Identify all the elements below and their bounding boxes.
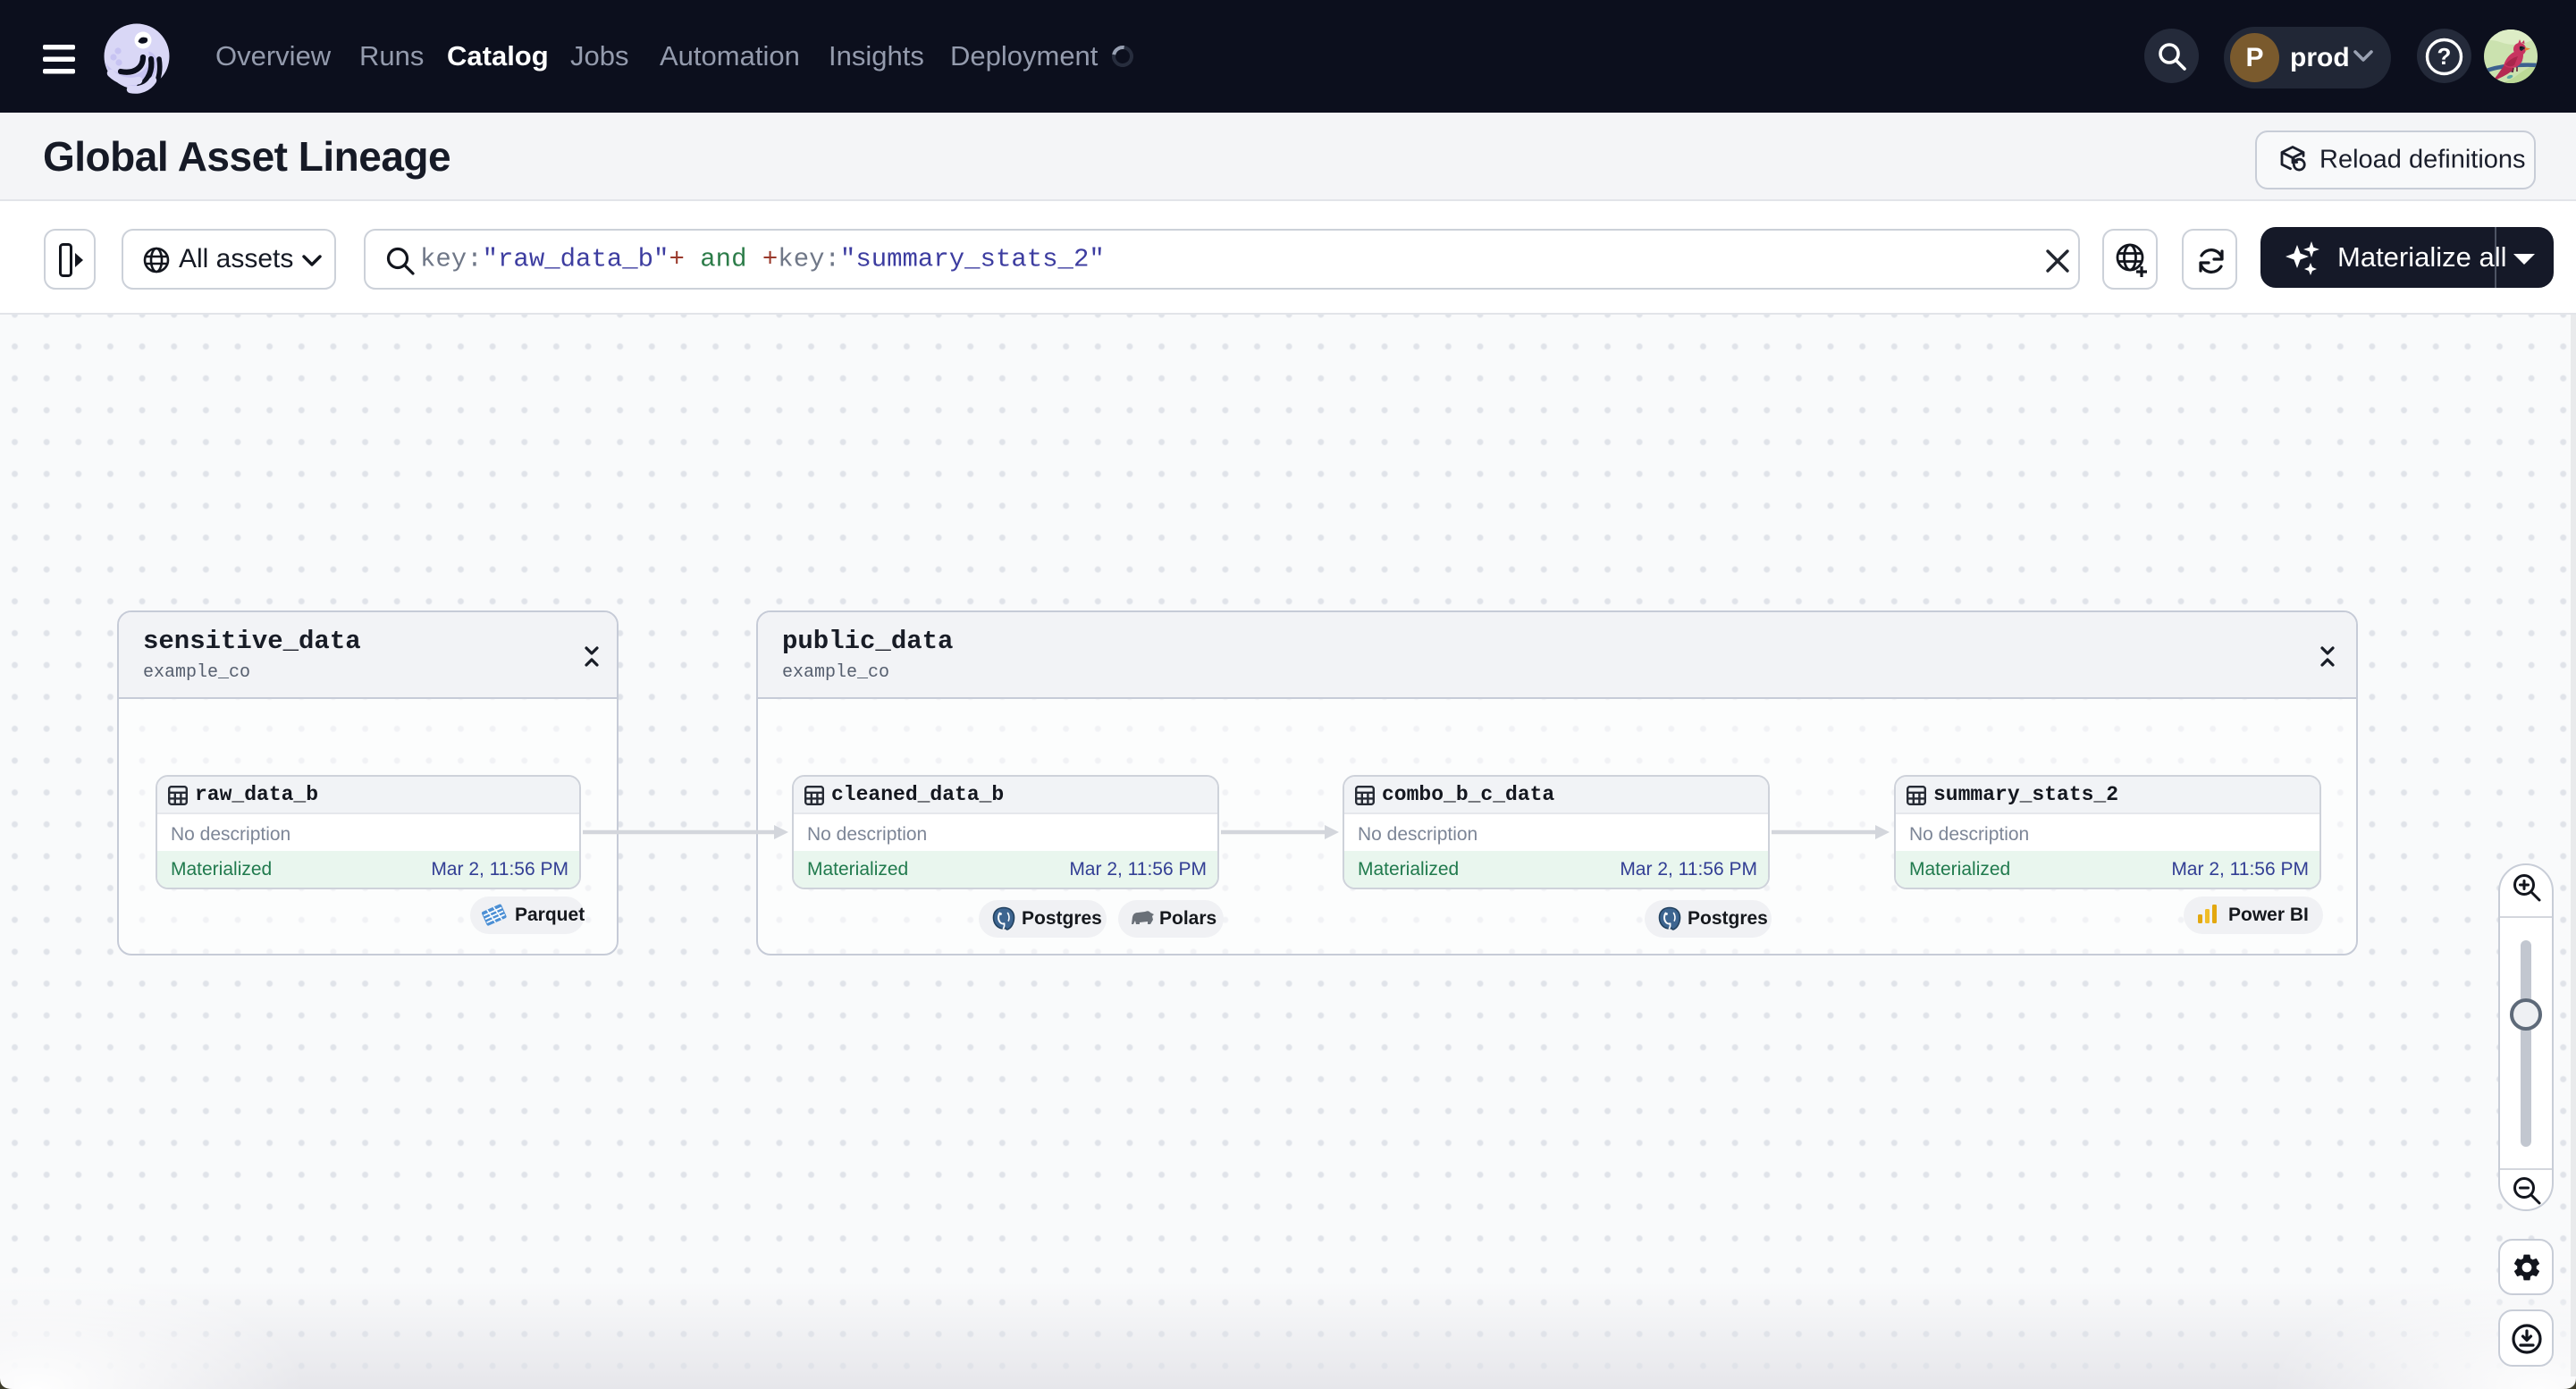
svg-text:?: ? (2437, 43, 2452, 70)
